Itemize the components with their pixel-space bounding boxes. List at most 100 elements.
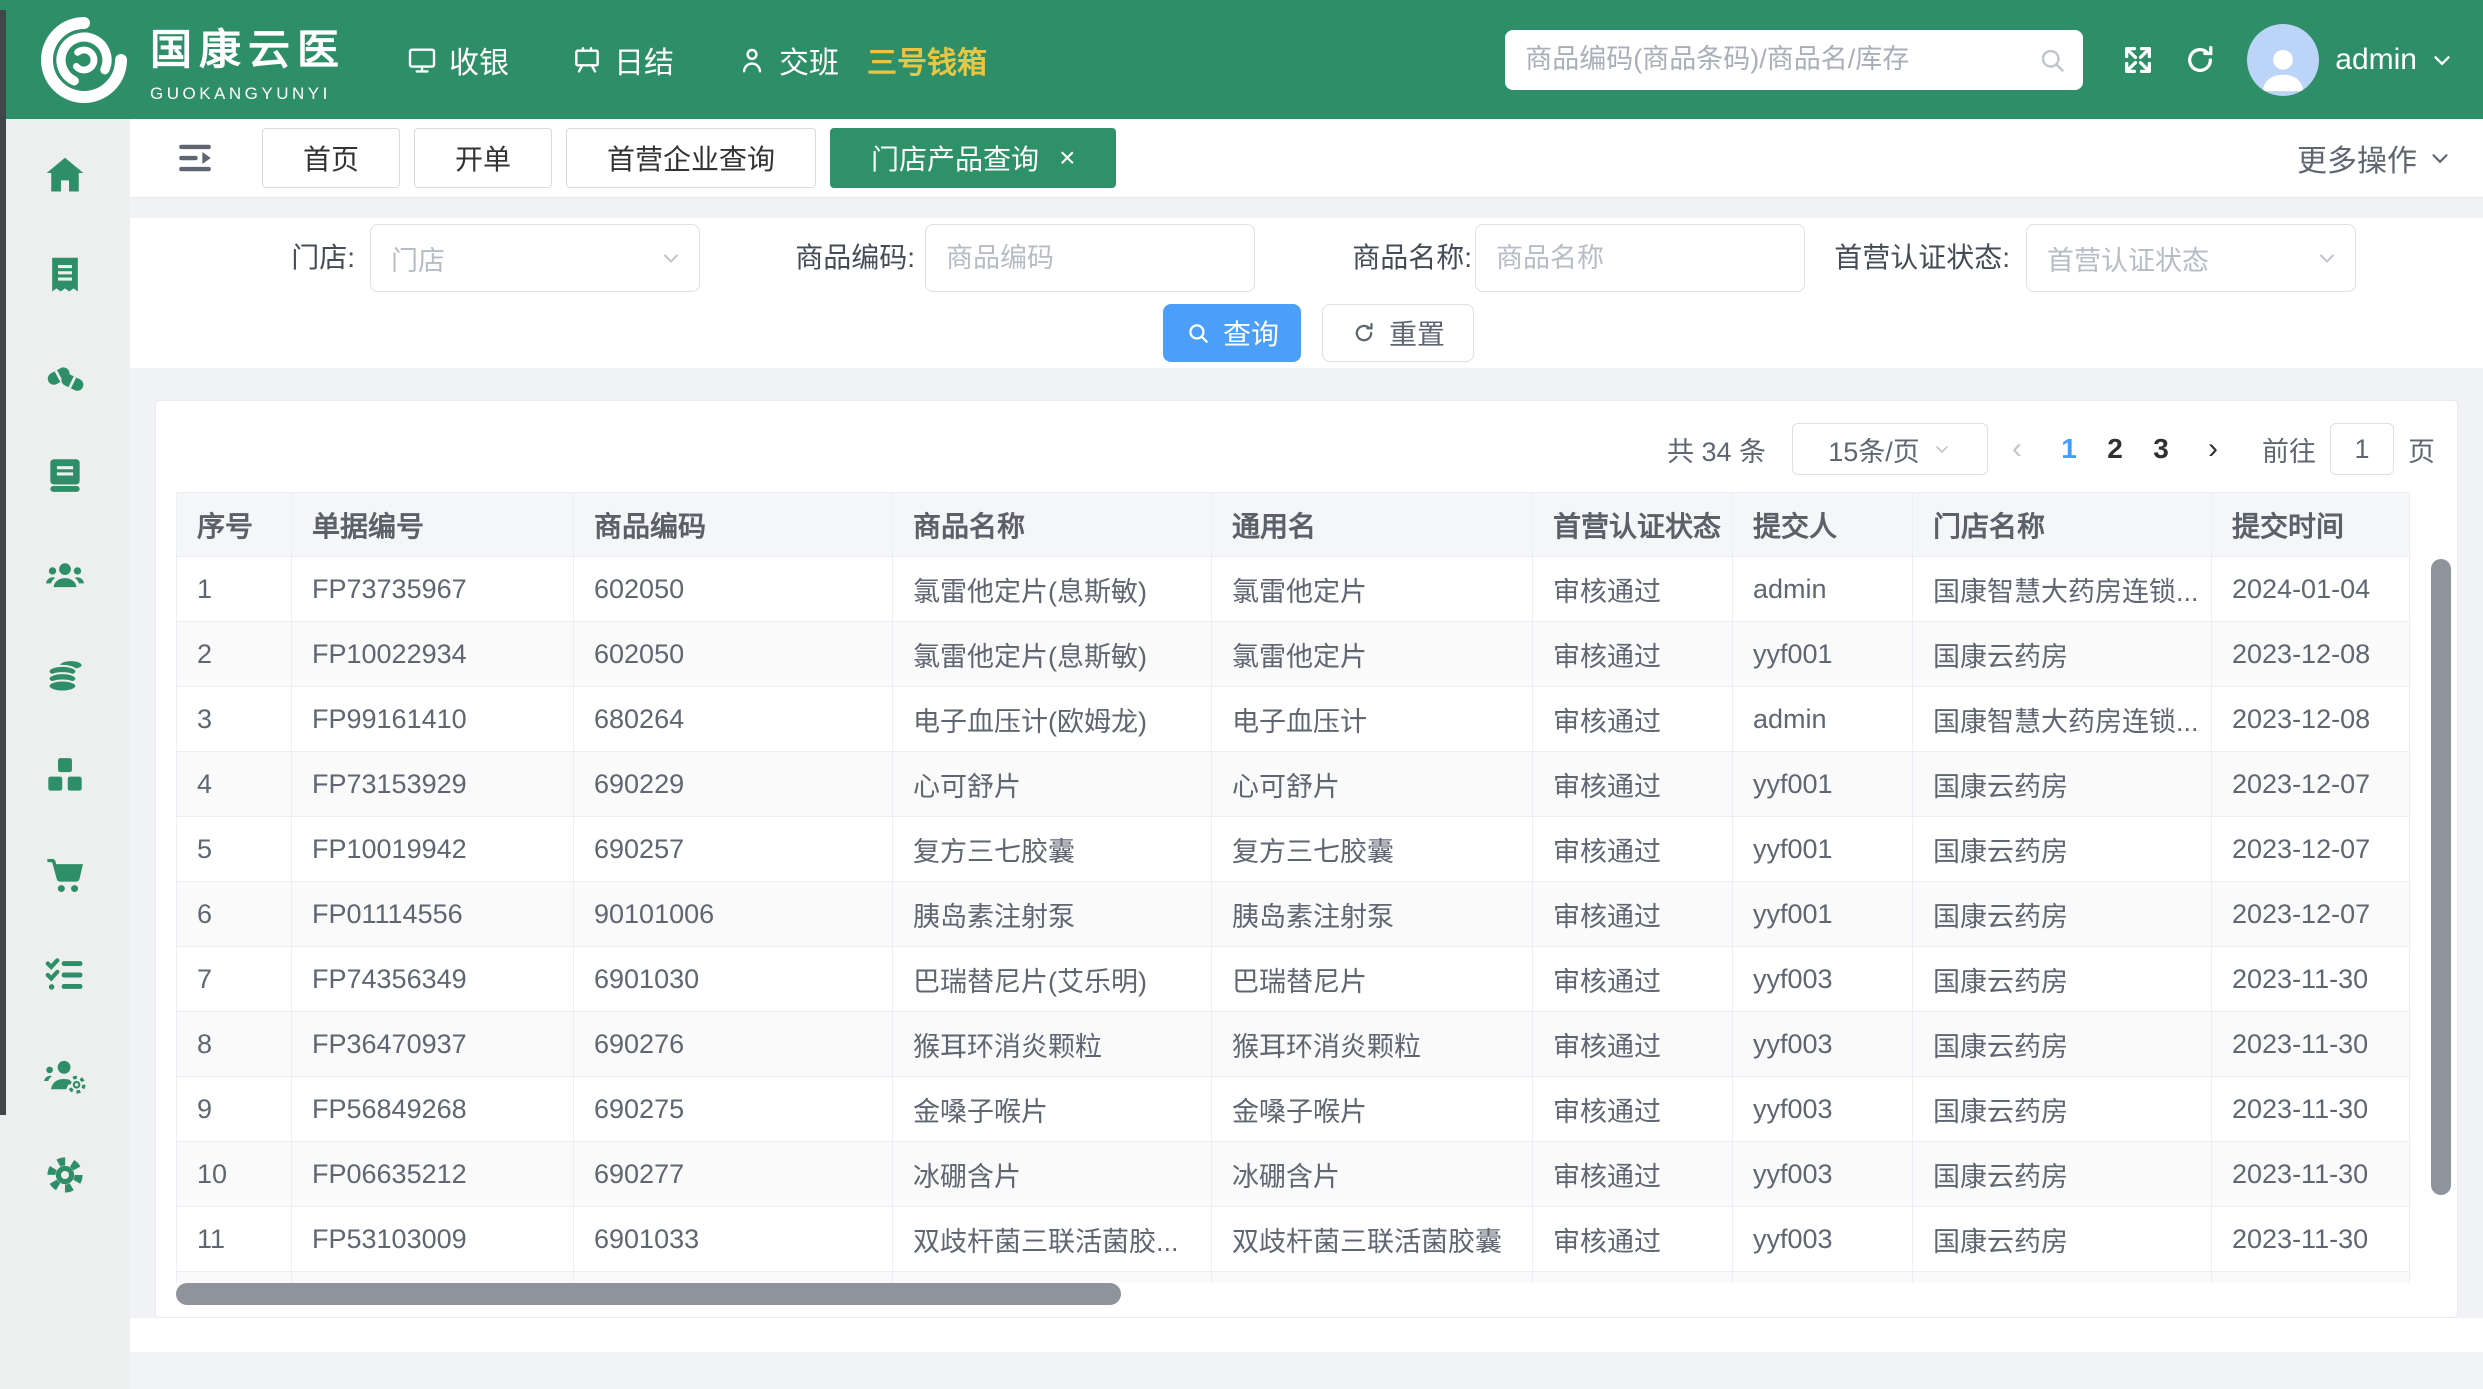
product-code-label: 商品编码: — [730, 224, 915, 292]
sidebar-item-settings[interactable] — [0, 1125, 130, 1225]
table-cell: FP56849268 — [292, 1077, 574, 1142]
refresh-icon[interactable] — [2183, 43, 2217, 77]
goto-unit: 页 — [2408, 430, 2435, 469]
goto-page-input[interactable] — [2330, 423, 2394, 475]
main-layout: 首页开单首营企业查询门店产品查询× 更多操作 门店: 门店 商品编码: 商品名称… — [0, 119, 2483, 1389]
page-size-select[interactable]: 15条/页 — [1792, 423, 1988, 475]
nav-item-shift[interactable]: 交班 — [736, 38, 839, 82]
cert-status-placeholder: 首营认证状态 — [2047, 239, 2209, 278]
footer-strip — [130, 1352, 2483, 1389]
search-icon — [1185, 320, 1211, 346]
sidebar-item-pills[interactable] — [0, 325, 130, 425]
table-cell: 心可舒片 — [1212, 752, 1533, 817]
table-row: 11FP531030096901033双歧杆菌三联活菌胶...双歧杆菌三联活菌胶… — [177, 1207, 2410, 1272]
product-name-input[interactable] — [1475, 224, 1805, 292]
board-icon — [571, 44, 603, 76]
prev-page-icon[interactable]: ‹ — [1988, 432, 2046, 466]
table-row: 1FP73735967602050氯雷他定片(息斯敏)氯雷他定片审核通过admi… — [177, 557, 2410, 622]
table-cell — [1733, 1272, 1913, 1284]
vertical-scrollbar[interactable] — [2431, 559, 2451, 1195]
fullscreen-icon[interactable] — [2121, 43, 2155, 77]
person-icon — [736, 44, 768, 76]
table-cell: FP36470937 — [292, 1012, 574, 1077]
chevron-down-icon — [1932, 439, 1952, 459]
table-cell: yyf001 — [1733, 622, 1913, 687]
sidebar — [0, 119, 130, 1389]
search-button[interactable]: 查询 — [1163, 304, 1301, 362]
table-cell: yyf001 — [1733, 817, 1913, 882]
sidebar-item-cubes[interactable] — [0, 725, 130, 825]
table-cell: 2023-12-07 — [2212, 882, 2410, 947]
table-row: 10FP06635212690277冰硼含片冰硼含片审核通过yyf003国康云药… — [177, 1142, 2410, 1207]
table-cell: 4 — [177, 752, 292, 817]
swirl-logo-icon — [36, 12, 132, 108]
sidebar-item-team[interactable] — [0, 525, 130, 625]
column-header: 商品编码 — [574, 493, 893, 557]
column-header: 通用名 — [1212, 493, 1533, 557]
table-cell: 8 — [177, 1012, 292, 1077]
table-cell: 胰岛素注射泵 — [1212, 882, 1533, 947]
page-number-1[interactable]: 1 — [2046, 433, 2092, 465]
table-row: 5FP10019942690257复方三七胶囊复方三七胶囊审核通过yyf001国… — [177, 817, 2410, 882]
tab-home[interactable]: 首页 — [262, 128, 400, 188]
page-number-3[interactable]: 3 — [2138, 433, 2184, 465]
table-cell: 6901033 — [574, 1207, 893, 1272]
nav-item-label: 交班 — [779, 38, 839, 82]
table-cell: yyf003 — [1733, 1012, 1913, 1077]
table-row: 8FP36470937690276猴耳环消炎颗粒猴耳环消炎颗粒审核通过yyf00… — [177, 1012, 2410, 1077]
reset-button[interactable]: 重置 — [1322, 304, 1474, 362]
table-cell: 国康云药房 — [1913, 1077, 2212, 1142]
tab-close-icon[interactable]: × — [1059, 144, 1075, 172]
tab-store-product-query[interactable]: 门店产品查询× — [830, 128, 1116, 188]
sidebar-item-receipt[interactable] — [0, 225, 130, 325]
cart-icon — [43, 853, 87, 897]
next-page-icon[interactable]: › — [2184, 432, 2242, 466]
table-row: 3FP99161410680264电子血压计(欧姆龙)电子血压计审核通过admi… — [177, 687, 2410, 752]
tab-first-enterprise-query[interactable]: 首营企业查询 — [566, 128, 816, 188]
table-cell: 双歧杆菌三联活菌胶囊 — [1212, 1207, 1533, 1272]
tab-billing[interactable]: 开单 — [414, 128, 552, 188]
table-cell: 猴耳环消炎颗粒 — [893, 1012, 1212, 1077]
page-number-2[interactable]: 2 — [2092, 433, 2138, 465]
user-avatar-icon[interactable] — [2247, 24, 2319, 96]
table-cell: FP73153929 — [292, 752, 574, 817]
chevron-down-icon[interactable] — [2429, 47, 2455, 73]
product-name-label: 商品名称: — [1285, 224, 1472, 292]
table-cell: FP73735967 — [292, 557, 574, 622]
sidebar-item-cart[interactable] — [0, 825, 130, 925]
sidebar-item-home[interactable] — [0, 125, 130, 225]
more-actions-button[interactable]: 更多操作 — [2297, 136, 2453, 180]
brand-name: 国康云医 — [150, 16, 346, 77]
product-code-input[interactable] — [925, 224, 1255, 292]
table-cell: 690257 — [574, 817, 893, 882]
table-cell: 金嗓子喉片 — [893, 1077, 1212, 1142]
table-cell: 双歧杆菌三联活菌胶... — [893, 1207, 1212, 1272]
table-cell: 690276 — [574, 1012, 893, 1077]
table-cell: 国康智慧大药房连锁... — [1913, 687, 2212, 752]
table-cell: 2023-11-30 — [2212, 1012, 2410, 1077]
table-cell: 审核通过 — [1533, 1207, 1733, 1272]
sidebar-item-coins[interactable] — [0, 625, 130, 725]
global-search-input[interactable] — [1505, 30, 2083, 90]
tab-label: 开单 — [455, 138, 511, 178]
table-cell: 审核通过 — [1533, 882, 1733, 947]
pagination-total: 共 34 条 — [1667, 430, 1766, 469]
cashbox-label[interactable]: 三号钱箱 — [867, 38, 987, 82]
nav-item-label: 收银 — [449, 38, 509, 82]
brand: 国康云医 GUOKANGYUNYI — [36, 12, 346, 108]
sidebar-item-book[interactable] — [0, 425, 130, 525]
nav-item-cashier[interactable]: 收银 — [406, 38, 509, 82]
nav-item-daily-settle[interactable]: 日结 — [571, 38, 674, 82]
table-cell: 3 — [177, 687, 292, 752]
horizontal-scrollbar[interactable] — [176, 1283, 1121, 1305]
table-row: 6FP0111455690101006胰岛素注射泵胰岛素注射泵审核通过yyf00… — [177, 882, 2410, 947]
store-select[interactable]: 门店 — [370, 224, 700, 292]
fold-menu-icon[interactable] — [174, 137, 216, 179]
sidebar-item-checklist[interactable] — [0, 925, 130, 1025]
cert-status-select[interactable]: 首营认证状态 — [2026, 224, 2356, 292]
table-cell: 6 — [177, 882, 292, 947]
table-cell: 氯雷他定片 — [1212, 622, 1533, 687]
user-name[interactable]: admin — [2335, 43, 2417, 77]
search-icon[interactable] — [2037, 45, 2067, 75]
sidebar-item-user-settings[interactable] — [0, 1025, 130, 1125]
